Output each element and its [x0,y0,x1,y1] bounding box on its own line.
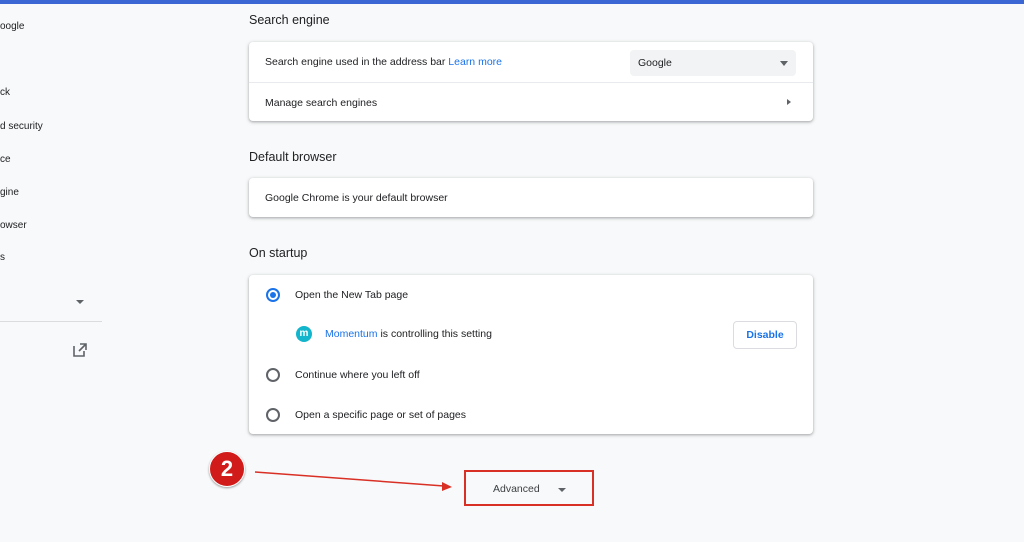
chevron-down-icon [558,488,566,492]
annotation-arrow [254,471,452,491]
advanced-button[interactable]: Advanced [464,470,594,506]
step-badge: 2 [209,451,245,487]
advanced-label: Advanced [493,483,540,495]
